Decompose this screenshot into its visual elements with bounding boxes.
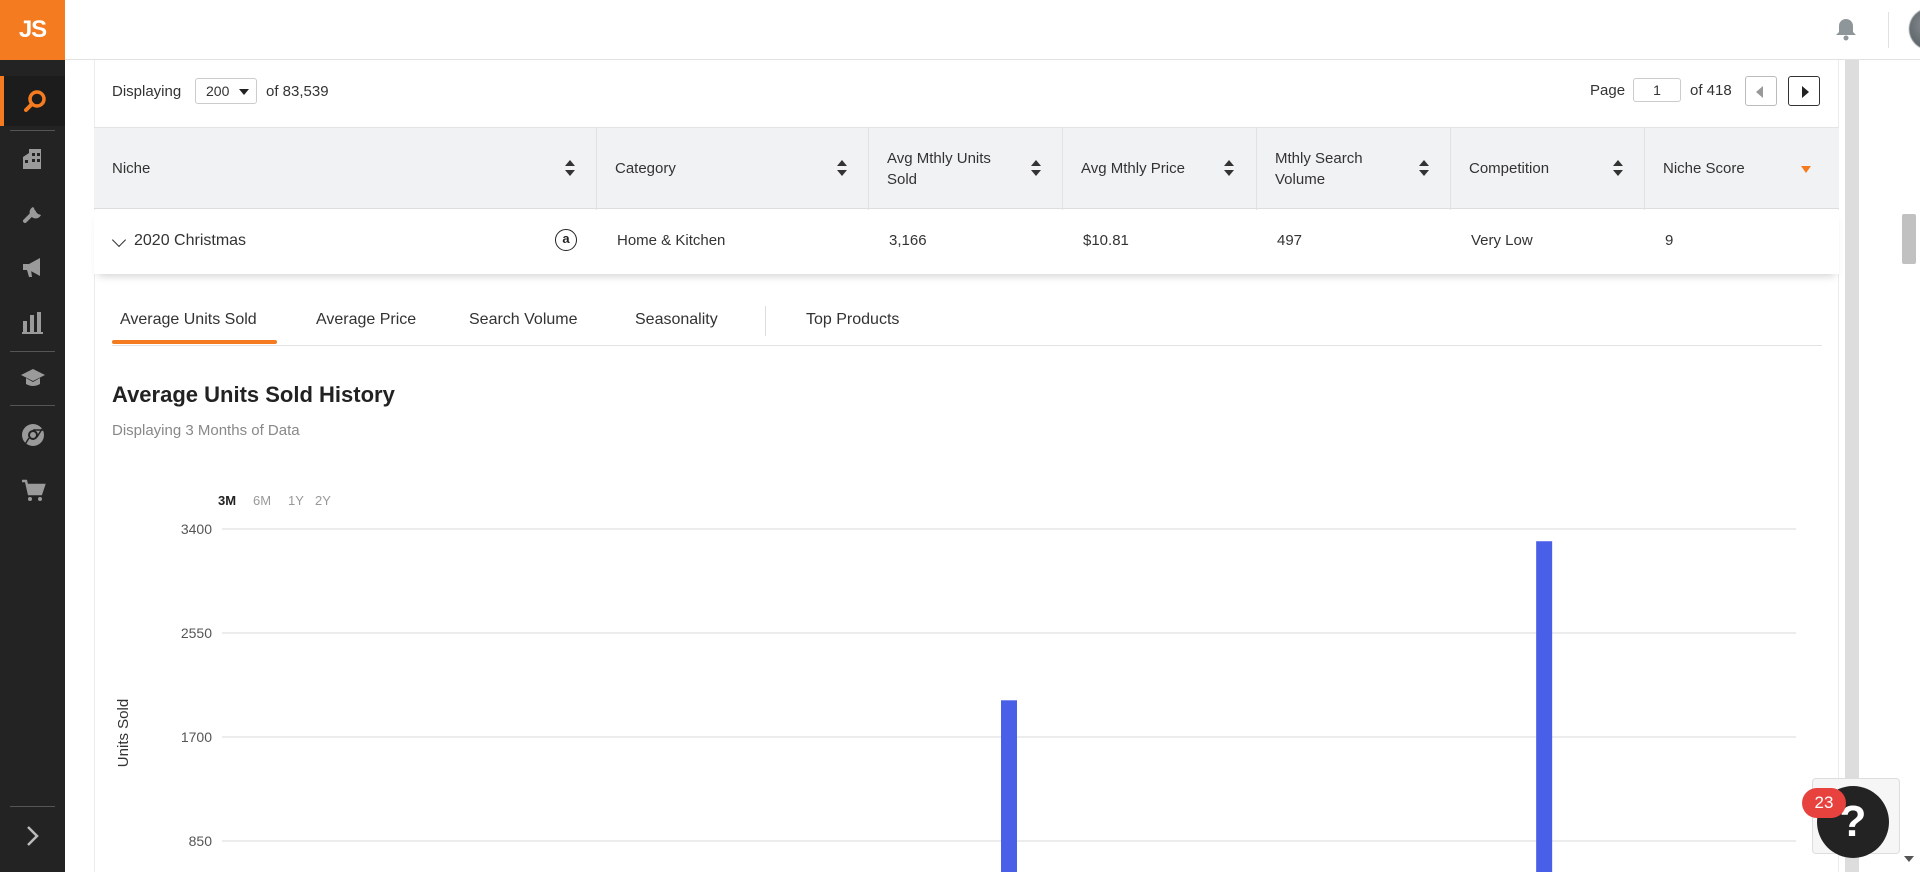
sidebar-divider	[10, 806, 55, 807]
chart-bar[interactable]	[1001, 700, 1017, 872]
column-label: Competition	[1469, 160, 1550, 177]
active-tab-indicator	[112, 340, 277, 344]
sidebar: JS	[0, 0, 65, 872]
range-6m-button[interactable]: 6M	[253, 493, 271, 508]
page-size-value: 200	[206, 83, 230, 99]
column-niche-score[interactable]: Niche Score	[1645, 128, 1839, 210]
sort-icon	[1031, 160, 1041, 178]
chevron-down-icon[interactable]	[111, 232, 127, 248]
page-label: Page	[1590, 82, 1626, 99]
table-header: Niche Category Avg Mthly Units Sold Avg …	[94, 127, 1839, 210]
search-icon	[23, 90, 46, 112]
notification-count-badge: 23	[1802, 788, 1846, 818]
caret-right-icon	[1802, 86, 1809, 98]
range-1y-button[interactable]: 1Y	[288, 493, 304, 508]
cart-icon	[21, 479, 46, 501]
amazon-icon[interactable]: a	[555, 229, 577, 251]
tab-average-price[interactable]: Average Price	[316, 311, 416, 329]
wrench-icon	[22, 207, 41, 223]
units-sold-chart: 850 1700 2550 3400 Units Sold	[115, 521, 1796, 872]
column-label: Category	[615, 160, 676, 177]
sidebar-expand-button[interactable]	[0, 811, 65, 861]
y-axis-label: Units Sold	[115, 699, 132, 767]
y-tick-label: 3400	[181, 521, 212, 537]
section-title: Average Units Sold History	[112, 382, 395, 407]
tabs-baseline	[112, 345, 1822, 346]
range-3m-button[interactable]: 3M	[218, 493, 236, 508]
tab-average-units-sold[interactable]: Average Units Sold	[120, 311, 257, 329]
range-2y-button[interactable]: 2Y	[315, 493, 331, 508]
prev-page-button[interactable]	[1745, 76, 1777, 106]
column-competition[interactable]: Competition	[1451, 128, 1645, 210]
column-label: Niche Score	[1663, 160, 1745, 177]
sidebar-divider	[10, 351, 55, 352]
caret-left-icon	[1756, 86, 1763, 98]
y-tick-label: 2550	[181, 625, 212, 641]
page-scrollbar[interactable]	[1898, 60, 1920, 872]
sidebar-item-search[interactable]	[0, 76, 65, 126]
graduation-cap-icon	[20, 369, 45, 386]
page-number-input[interactable]: 1	[1633, 78, 1681, 102]
tab-seasonality[interactable]: Seasonality	[635, 311, 718, 329]
sidebar-item-academy[interactable]	[0, 353, 65, 403]
sort-icon	[1419, 160, 1429, 178]
sort-icon	[1224, 160, 1234, 178]
tab-top-products[interactable]: Top Products	[806, 311, 899, 329]
y-tick-label: 1700	[181, 729, 212, 745]
panel-scrollbar-track[interactable]	[1845, 60, 1859, 872]
sidebar-item-analytics[interactable]	[0, 297, 65, 347]
column-label: Avg Mthly Units Sold	[887, 150, 991, 188]
column-search-volume[interactable]: Mthly Search Volume	[1257, 128, 1451, 210]
sidebar-divider	[10, 130, 55, 131]
next-page-button[interactable]	[1788, 76, 1820, 106]
total-count: of 83,539	[266, 83, 329, 100]
niche-name[interactable]: 2020 Christmas	[134, 232, 246, 250]
sort-icon	[837, 160, 847, 178]
avg-price-cell: $10.81	[1083, 232, 1129, 249]
tab-separator	[765, 306, 766, 336]
page-size-select[interactable]: 200	[195, 78, 257, 104]
avatar[interactable]	[1909, 8, 1920, 50]
column-label: Mthly Search Volume	[1275, 150, 1363, 188]
bell-icon[interactable]	[1833, 16, 1859, 42]
sidebar-item-suppliers[interactable]	[0, 133, 65, 183]
sort-icon	[1613, 160, 1623, 178]
sort-icon	[565, 160, 575, 178]
search-volume-cell: 497	[1277, 232, 1303, 249]
page-scrollbar-thumb[interactable]	[1902, 214, 1916, 264]
y-tick-label: 850	[189, 833, 213, 849]
column-category[interactable]: Category	[597, 128, 869, 210]
caret-down-icon	[239, 89, 249, 95]
buildings-icon	[22, 149, 41, 169]
megaphone-icon	[22, 258, 40, 277]
column-avg-units[interactable]: Avg Mthly Units Sold	[869, 128, 1063, 210]
chevron-right-icon	[26, 826, 39, 846]
sidebar-item-tools[interactable]	[0, 187, 65, 237]
column-label: Niche	[112, 160, 151, 177]
competition-cell: Very Low	[1471, 232, 1533, 249]
sidebar-item-store[interactable]	[0, 465, 65, 515]
sidebar-item-marketing[interactable]	[0, 242, 65, 292]
category-cell: Home & Kitchen	[617, 232, 726, 249]
column-niche[interactable]: Niche	[94, 128, 597, 210]
sidebar-item-extension[interactable]	[0, 410, 65, 460]
niche-score-cell: 9	[1665, 232, 1674, 249]
column-avg-price[interactable]: Avg Mthly Price	[1063, 128, 1257, 210]
top-bar	[65, 0, 1920, 60]
tab-search-volume[interactable]: Search Volume	[469, 311, 578, 329]
chart-bar[interactable]	[1536, 541, 1553, 872]
displaying-label: Displaying	[112, 83, 182, 100]
app-logo[interactable]: JS	[0, 0, 65, 60]
topbar-separator	[1888, 12, 1889, 48]
column-label: Avg Mthly Price	[1081, 160, 1185, 177]
chrome-icon	[21, 424, 44, 447]
table-row[interactable]: 2020 Christmas a Home & Kitchen 3,166 $1…	[94, 210, 1839, 274]
section-subtitle: Displaying 3 Months of Data	[112, 422, 300, 439]
total-pages: of 418	[1690, 82, 1732, 99]
sort-desc-icon	[1801, 166, 1811, 173]
bar-chart-icon	[21, 312, 43, 334]
avg-units-cell: 3,166	[889, 232, 927, 249]
sidebar-divider	[10, 405, 55, 406]
scroll-down-arrow-icon[interactable]	[1904, 856, 1914, 862]
